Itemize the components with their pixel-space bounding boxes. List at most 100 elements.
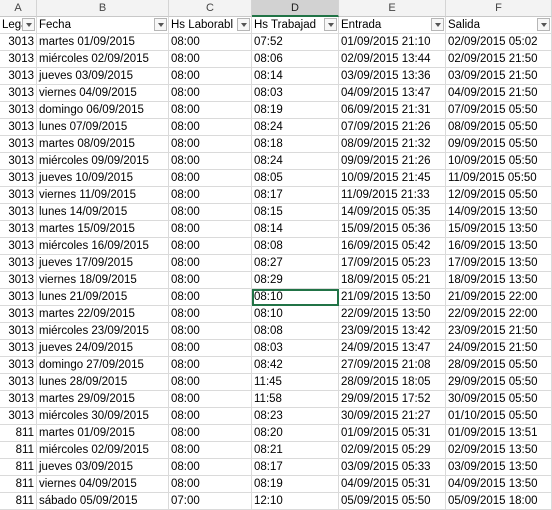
salida-cell[interactable]: 21/09/2015 22:00 bbox=[446, 289, 552, 306]
hs-laborables-cell[interactable]: 08:00 bbox=[169, 136, 252, 153]
hs-laborables-cell[interactable]: 08:00 bbox=[169, 170, 252, 187]
hs-laborables-cell[interactable]: 08:00 bbox=[169, 340, 252, 357]
fecha-cell[interactable]: viernes 18/09/2015 bbox=[37, 272, 169, 289]
entrada-cell[interactable]: 28/09/2015 18:05 bbox=[339, 374, 446, 391]
hs-laborables-cell[interactable]: 08:00 bbox=[169, 306, 252, 323]
legajo-cell[interactable]: 3013 bbox=[0, 374, 37, 391]
salida-cell[interactable]: 24/09/2015 21:50 bbox=[446, 340, 552, 357]
column-header-e[interactable]: E bbox=[339, 0, 446, 17]
hs-trabajadas-cell[interactable]: 08:03 bbox=[252, 85, 339, 102]
legajo-cell[interactable]: 811 bbox=[0, 493, 37, 510]
salida-cell[interactable]: 12/09/2015 05:50 bbox=[446, 187, 552, 204]
entrada-cell[interactable]: 03/09/2015 05:33 bbox=[339, 459, 446, 476]
entrada-cell[interactable]: 23/09/2015 13:42 bbox=[339, 323, 446, 340]
hs-laborables-cell[interactable]: 08:00 bbox=[169, 289, 252, 306]
legajo-cell[interactable]: 811 bbox=[0, 459, 37, 476]
salida-cell[interactable]: 22/09/2015 22:00 bbox=[446, 306, 552, 323]
hs-laborables-cell[interactable]: 08:00 bbox=[169, 68, 252, 85]
entrada-cell[interactable]: 29/09/2015 17:52 bbox=[339, 391, 446, 408]
hs-trabajadas-cell[interactable]: 12:10 bbox=[252, 493, 339, 510]
legajo-cell[interactable]: 811 bbox=[0, 425, 37, 442]
fecha-cell[interactable]: miércoles 02/09/2015 bbox=[37, 442, 169, 459]
hs-trabajadas-cell[interactable]: 08:18 bbox=[252, 136, 339, 153]
fecha-cell[interactable]: miércoles 30/09/2015 bbox=[37, 408, 169, 425]
hs-trabajadas-cell[interactable]: 08:15 bbox=[252, 204, 339, 221]
legajo-cell[interactable]: 3013 bbox=[0, 170, 37, 187]
fecha-cell[interactable]: miércoles 16/09/2015 bbox=[37, 238, 169, 255]
salida-cell[interactable]: 05/09/2015 18:00 bbox=[446, 493, 552, 510]
legajo-cell[interactable]: 3013 bbox=[0, 306, 37, 323]
fecha-cell[interactable]: lunes 21/09/2015 bbox=[37, 289, 169, 306]
column-header-d[interactable]: D bbox=[252, 0, 339, 17]
hs-laborables-cell[interactable]: 08:00 bbox=[169, 85, 252, 102]
hs-trabajadas-cell[interactable]: 08:19 bbox=[252, 476, 339, 493]
legajo-cell[interactable]: 3013 bbox=[0, 51, 37, 68]
legajo-cell[interactable]: 3013 bbox=[0, 272, 37, 289]
hs-trabajadas-cell[interactable]: 08:27 bbox=[252, 255, 339, 272]
column-header-b[interactable]: B bbox=[37, 0, 169, 17]
salida-cell[interactable]: 02/09/2015 21:50 bbox=[446, 51, 552, 68]
salida-cell[interactable]: 30/09/2015 05:50 bbox=[446, 391, 552, 408]
hs-trabajadas-cell[interactable]: 08:17 bbox=[252, 187, 339, 204]
hs-trabajadas-cell[interactable]: 08:14 bbox=[252, 221, 339, 238]
hs-trabajadas-cell[interactable]: 07:52 bbox=[252, 34, 339, 51]
salida-cell[interactable]: 08/09/2015 05:50 bbox=[446, 119, 552, 136]
hs-trabajadas-cell[interactable]: 08:29 bbox=[252, 272, 339, 289]
entrada-cell[interactable]: 08/09/2015 21:32 bbox=[339, 136, 446, 153]
salida-cell[interactable]: 17/09/2015 13:50 bbox=[446, 255, 552, 272]
entrada-cell[interactable]: 22/09/2015 13:50 bbox=[339, 306, 446, 323]
entrada-cell[interactable]: 24/09/2015 13:47 bbox=[339, 340, 446, 357]
fecha-cell[interactable]: sábado 05/09/2015 bbox=[37, 493, 169, 510]
hs-trabajadas-cell[interactable]: 11:45 bbox=[252, 374, 339, 391]
entrada-cell[interactable]: 01/09/2015 21:10 bbox=[339, 34, 446, 51]
hs-laborables-cell[interactable]: 08:00 bbox=[169, 51, 252, 68]
entrada-cell[interactable]: 01/09/2015 05:31 bbox=[339, 425, 446, 442]
salida-cell[interactable]: 14/09/2015 13:50 bbox=[446, 204, 552, 221]
hs-laborables-cell[interactable]: 08:00 bbox=[169, 204, 252, 221]
legajo-cell[interactable]: 3013 bbox=[0, 136, 37, 153]
salida-cell[interactable]: 03/09/2015 13:50 bbox=[446, 459, 552, 476]
fecha-cell[interactable]: viernes 04/09/2015 bbox=[37, 476, 169, 493]
legajo-cell[interactable]: 3013 bbox=[0, 204, 37, 221]
fecha-cell[interactable]: martes 01/09/2015 bbox=[37, 425, 169, 442]
legajo-cell[interactable]: 811 bbox=[0, 476, 37, 493]
entrada-cell[interactable]: 14/09/2015 05:35 bbox=[339, 204, 446, 221]
salida-cell[interactable]: 02/09/2015 13:50 bbox=[446, 442, 552, 459]
hs-trabajadas-cell[interactable]: 08:08 bbox=[252, 238, 339, 255]
entrada-cell[interactable]: 17/09/2015 05:23 bbox=[339, 255, 446, 272]
entrada-cell[interactable]: 27/09/2015 21:08 bbox=[339, 357, 446, 374]
fecha-cell[interactable]: jueves 03/09/2015 bbox=[37, 459, 169, 476]
header-cell-fecha[interactable]: Fecha bbox=[37, 17, 169, 34]
salida-cell[interactable]: 03/09/2015 21:50 bbox=[446, 68, 552, 85]
hs-laborables-cell[interactable]: 08:00 bbox=[169, 391, 252, 408]
entrada-cell[interactable]: 02/09/2015 13:44 bbox=[339, 51, 446, 68]
legajo-cell[interactable]: 3013 bbox=[0, 323, 37, 340]
fecha-cell[interactable]: martes 08/09/2015 bbox=[37, 136, 169, 153]
salida-cell[interactable]: 11/09/2015 05:50 bbox=[446, 170, 552, 187]
hs-trabajadas-cell[interactable]: 08:06 bbox=[252, 51, 339, 68]
salida-cell[interactable]: 09/09/2015 05:50 bbox=[446, 136, 552, 153]
entrada-cell[interactable]: 10/09/2015 21:45 bbox=[339, 170, 446, 187]
entrada-cell[interactable]: 05/09/2015 05:50 bbox=[339, 493, 446, 510]
hs-laborables-cell[interactable]: 08:00 bbox=[169, 119, 252, 136]
fecha-cell[interactable]: jueves 03/09/2015 bbox=[37, 68, 169, 85]
legajo-cell[interactable]: 811 bbox=[0, 442, 37, 459]
fecha-cell[interactable]: martes 01/09/2015 bbox=[37, 34, 169, 51]
filter-dropdown-button[interactable] bbox=[324, 18, 337, 31]
fecha-cell[interactable]: lunes 07/09/2015 bbox=[37, 119, 169, 136]
entrada-cell[interactable]: 06/09/2015 21:31 bbox=[339, 102, 446, 119]
legajo-cell[interactable]: 3013 bbox=[0, 221, 37, 238]
legajo-cell[interactable]: 3013 bbox=[0, 357, 37, 374]
salida-cell[interactable]: 16/09/2015 13:50 bbox=[446, 238, 552, 255]
entrada-cell[interactable]: 18/09/2015 05:21 bbox=[339, 272, 446, 289]
column-header-c[interactable]: C bbox=[169, 0, 252, 17]
hs-trabajadas-cell[interactable]: 08:24 bbox=[252, 119, 339, 136]
legajo-cell[interactable]: 3013 bbox=[0, 187, 37, 204]
legajo-cell[interactable]: 3013 bbox=[0, 238, 37, 255]
hs-trabajadas-cell[interactable]: 11:58 bbox=[252, 391, 339, 408]
fecha-cell[interactable]: jueves 24/09/2015 bbox=[37, 340, 169, 357]
salida-cell[interactable]: 04/09/2015 13:50 bbox=[446, 476, 552, 493]
salida-cell[interactable]: 23/09/2015 21:50 bbox=[446, 323, 552, 340]
entrada-cell[interactable]: 15/09/2015 05:36 bbox=[339, 221, 446, 238]
salida-cell[interactable]: 29/09/2015 05:50 bbox=[446, 374, 552, 391]
